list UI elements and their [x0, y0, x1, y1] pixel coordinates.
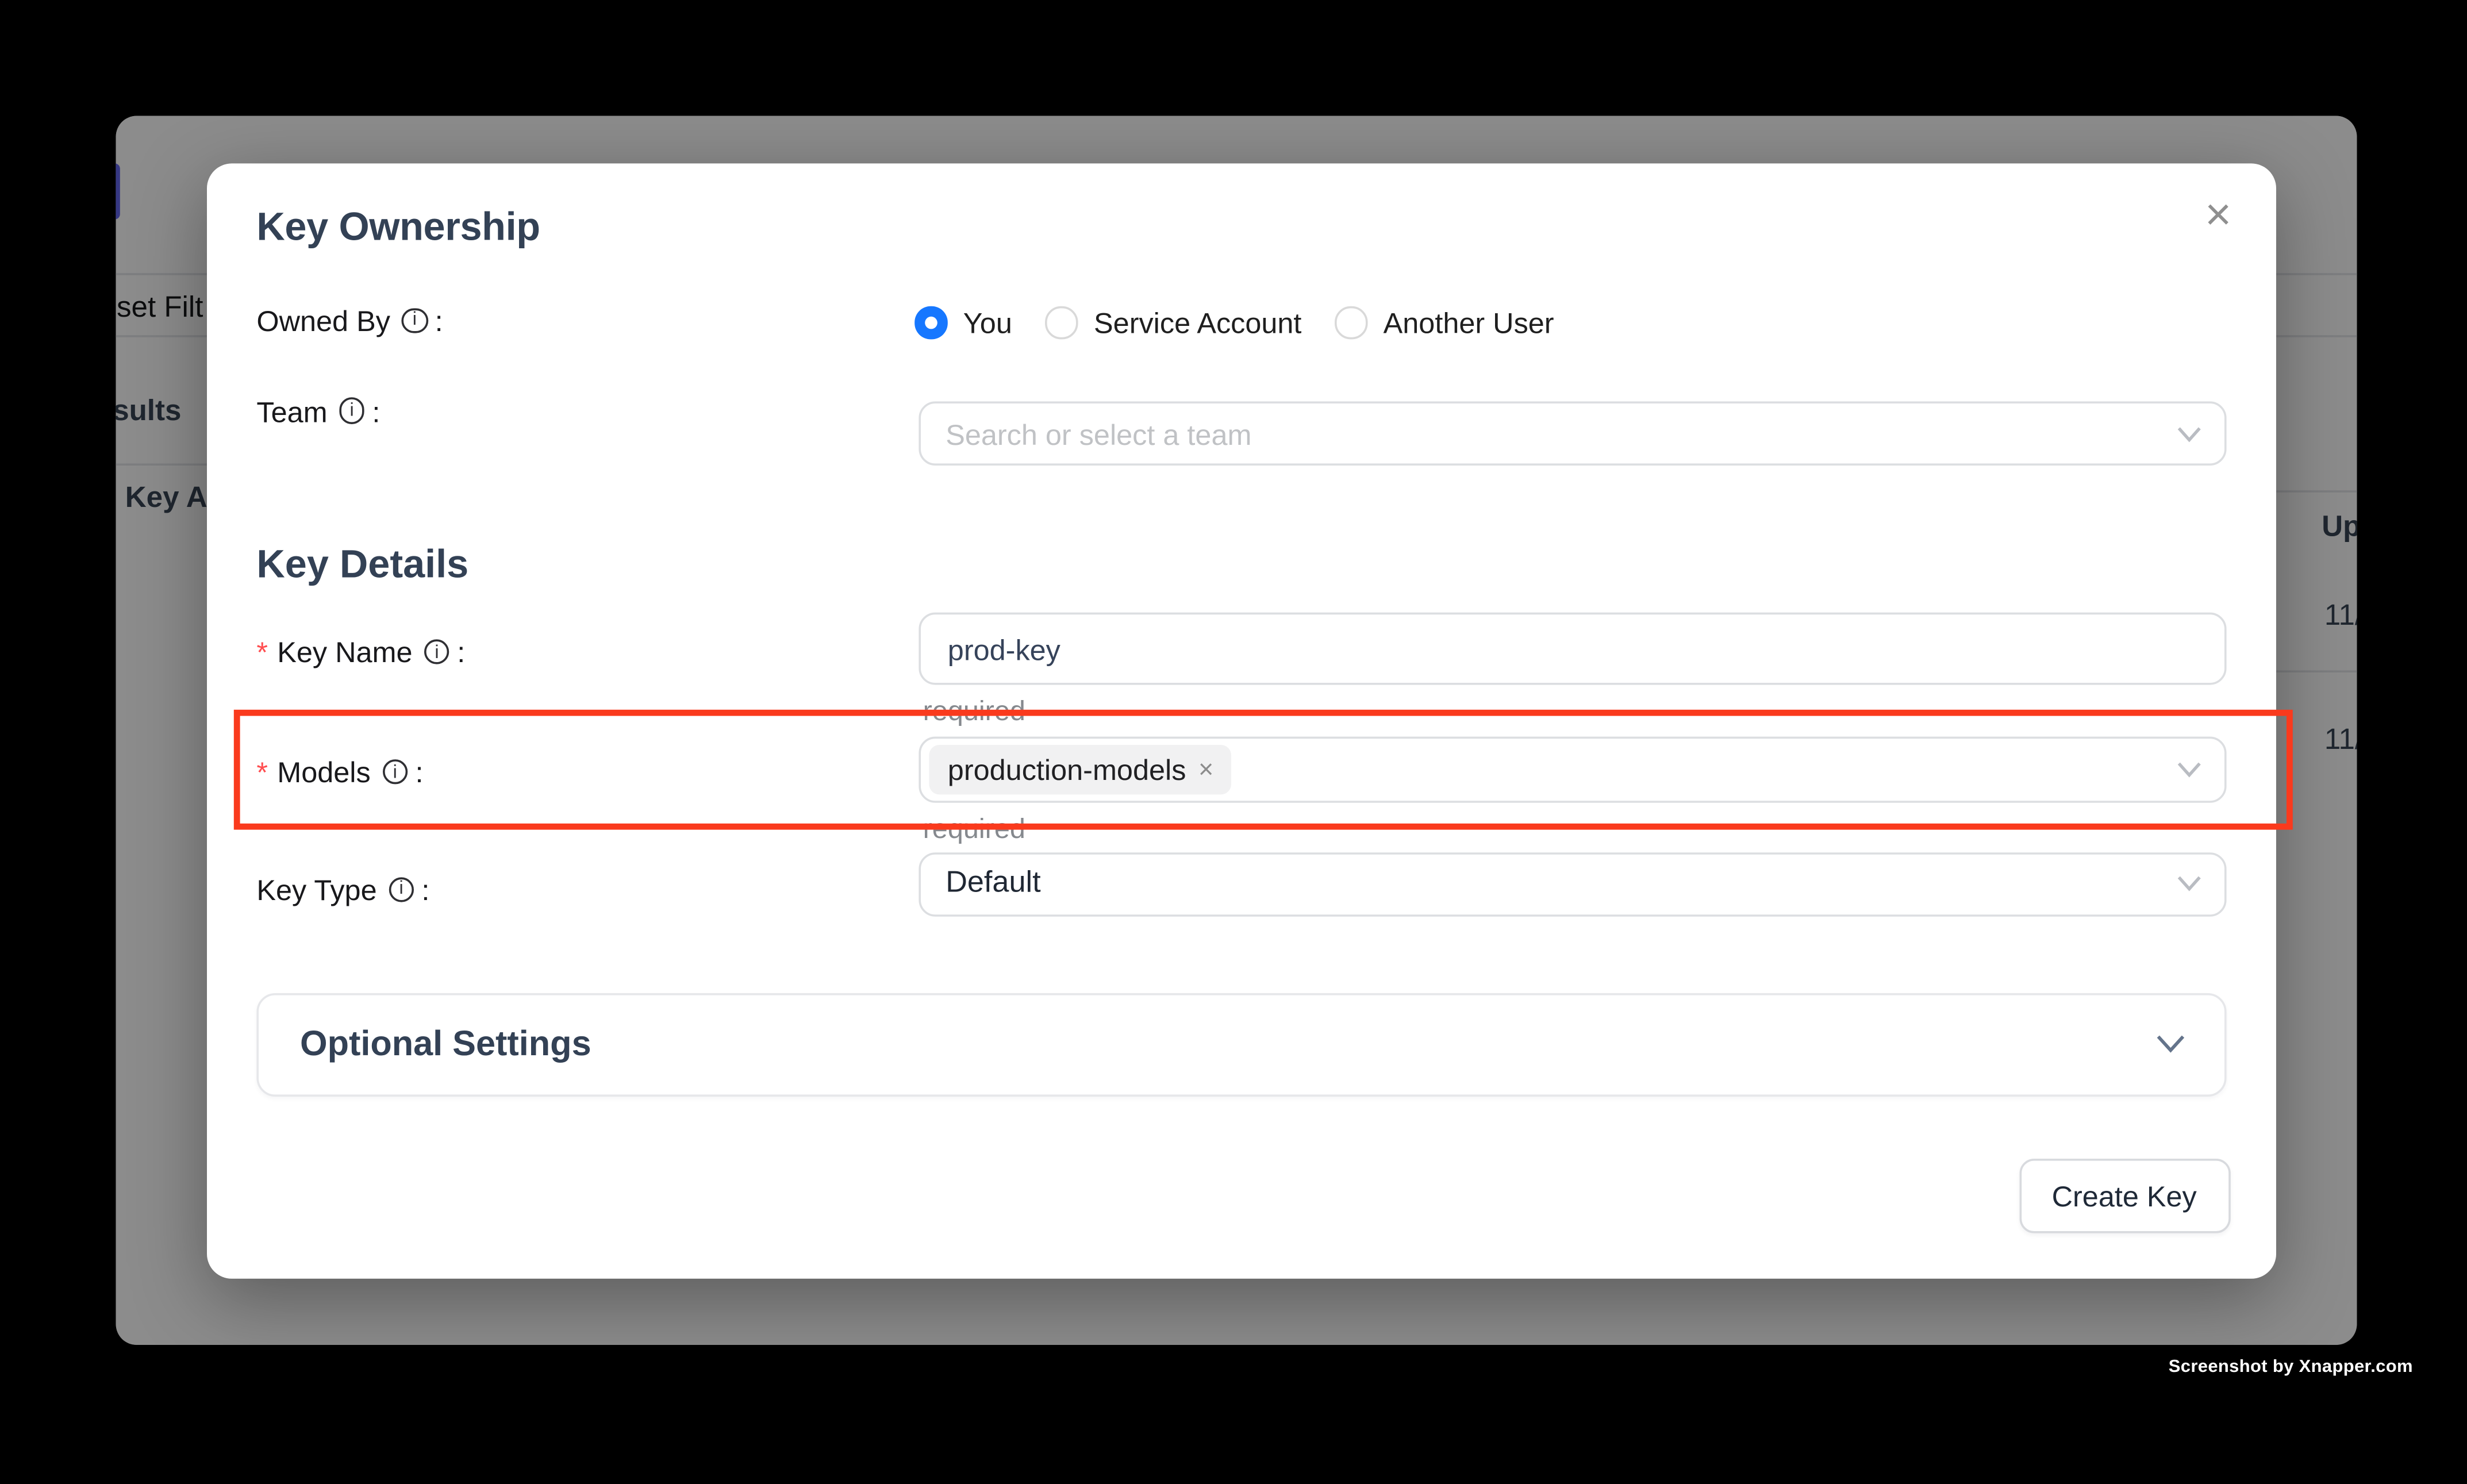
key-name-input[interactable] — [919, 613, 2226, 686]
radio-icon — [1045, 307, 1077, 339]
team-select[interactable]: Search or select a team — [919, 402, 2226, 467]
key-type-select[interactable]: Default — [919, 852, 2226, 916]
chevron-down-icon — [2177, 875, 2201, 892]
watermark-text: Screenshot by Xnapper.com — [2169, 1354, 2413, 1375]
close-icon[interactable]: × — [2193, 191, 2243, 240]
owned-by-label: Owned By i : — [256, 304, 443, 337]
chevron-down-icon — [2156, 1036, 2185, 1054]
info-icon: i — [402, 307, 428, 333]
info-icon: i — [424, 639, 449, 665]
key-type-label: Key Type i : — [256, 873, 429, 906]
optional-settings-header[interactable]: Optional Settings — [256, 993, 2226, 1097]
radio-option-you[interactable]: You — [914, 306, 1012, 340]
chevron-down-icon — [2177, 426, 2201, 443]
radio-option-service-account[interactable]: Service Account — [1045, 306, 1301, 340]
required-asterisk: * — [256, 636, 268, 669]
modal-title: Key Ownership — [256, 206, 540, 252]
annotation-highlight-box — [233, 710, 2293, 829]
owned-by-radio-group: You Service Account Another User — [914, 306, 1554, 340]
key-type-value: Default — [921, 867, 1041, 901]
create-key-button[interactable]: Create Key — [2019, 1159, 2230, 1233]
key-name-label: * Key Name i : — [256, 636, 465, 669]
key-details-heading: Key Details — [256, 544, 468, 589]
radio-option-another-user[interactable]: Another User — [1335, 306, 1554, 340]
team-label: Team i : — [256, 394, 380, 428]
team-select-placeholder: Search or select a team — [921, 418, 1251, 451]
screenshot-canvas: eset Filt sults Key Alia Up 11/ 11/ Key … — [0, 0, 2467, 1484]
radio-icon — [1335, 307, 1367, 339]
info-icon: i — [388, 876, 414, 902]
radio-icon — [914, 307, 947, 339]
info-icon: i — [339, 398, 364, 424]
optional-settings-label: Optional Settings — [300, 1024, 591, 1066]
